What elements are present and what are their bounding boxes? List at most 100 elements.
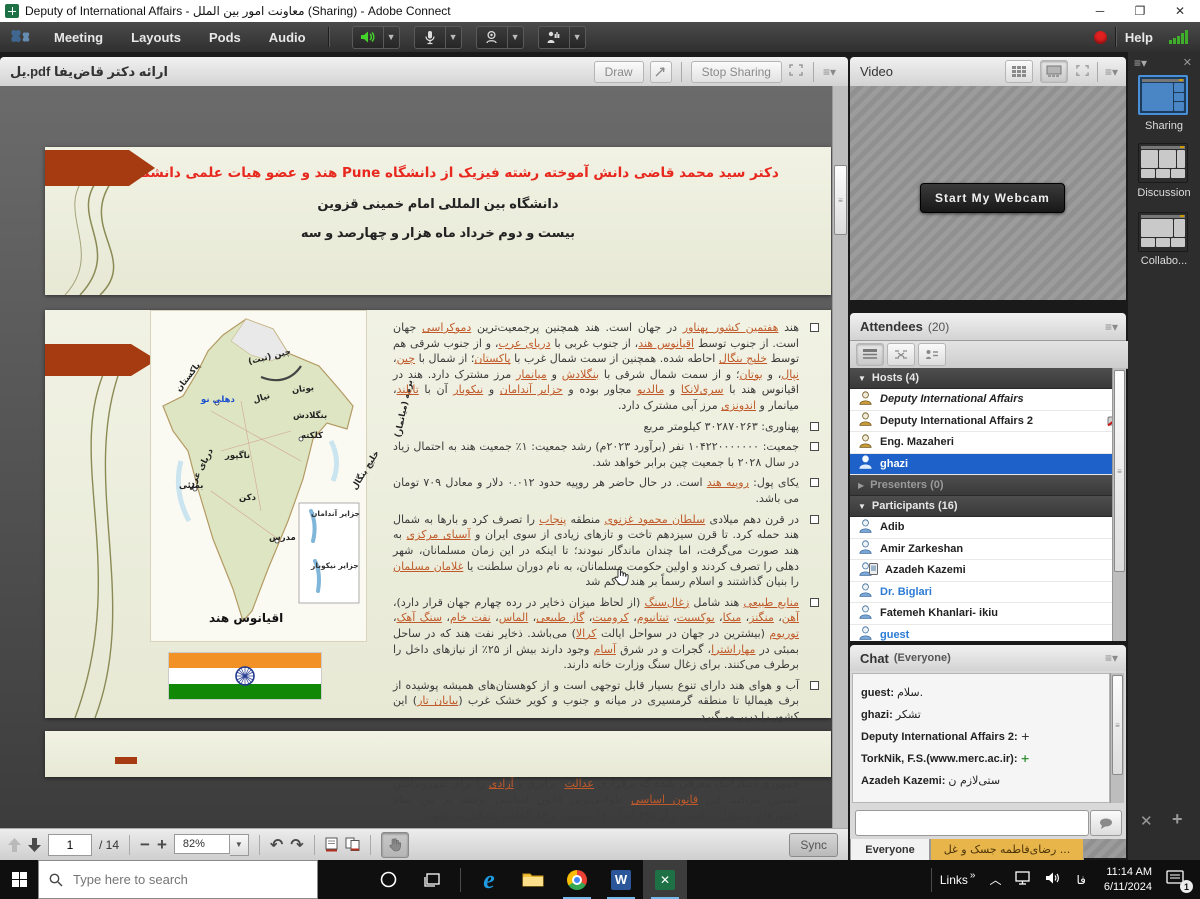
menu-layouts[interactable]: Layouts — [117, 30, 195, 45]
chat-input[interactable] — [855, 810, 1089, 836]
attendee-row[interactable]: guest — [850, 625, 1126, 642]
video-pod-content: Start My Webcam — [850, 86, 1126, 300]
speaker-button[interactable] — [352, 26, 384, 49]
chat-tab-private[interactable]: ... رضای‌فاطمه جسک و غل — [930, 839, 1084, 861]
attendee-row[interactable]: Deputy International Affairs 2 — [850, 411, 1126, 433]
raise-hand-dropdown[interactable]: ▼ — [570, 26, 586, 49]
breakout-view-button[interactable] — [887, 343, 915, 366]
taskbar-clock[interactable]: 11:14 AM 6/11/2024 — [1104, 865, 1152, 894]
chat-tab-everyone[interactable]: Everyone — [850, 839, 930, 861]
stop-sharing-button[interactable]: Stop Sharing — [691, 61, 782, 83]
red-arrow-shape — [45, 344, 157, 376]
minimize-button[interactable]: ─ — [1080, 0, 1120, 22]
attendee-row[interactable]: Amir Zarkeshan — [850, 539, 1126, 561]
language-indicator[interactable]: فا — [1076, 873, 1085, 887]
zoom-out-button[interactable]: − — [140, 835, 150, 855]
layouts-close-icon[interactable]: ✕ — [1183, 56, 1192, 69]
page-up-button[interactable] — [8, 838, 21, 852]
draw-button[interactable]: Draw — [594, 61, 644, 83]
attendee-row[interactable]: Deputy International Affairs — [850, 389, 1126, 411]
speaker-icon — [1045, 871, 1062, 885]
attendee-row[interactable]: Fatemeh Khanlari- ikiu — [850, 603, 1126, 625]
edge-button[interactable]: e — [467, 860, 511, 899]
fullscreen-button[interactable] — [788, 63, 804, 80]
pod-close-icon[interactable]: ✕ — [1140, 812, 1153, 830]
zoom-dropdown-caret: ▼ — [230, 834, 249, 856]
speaker-dropdown[interactable]: ▼ — [384, 26, 400, 49]
share-scrollbar[interactable]: ≡ — [832, 86, 848, 828]
links-chevron-icon[interactable]: » — [970, 870, 976, 881]
video-fullscreen-button[interactable] — [1075, 64, 1090, 80]
start-webcam-button[interactable]: Start My Webcam — [920, 183, 1065, 213]
attendees-scrollbar[interactable]: ≡ — [1112, 368, 1126, 641]
zoom-in-button[interactable]: + — [157, 835, 167, 855]
attendees-pod-menu-icon[interactable]: ≡▾ — [1105, 320, 1118, 334]
single-page-view-button[interactable] — [325, 837, 338, 852]
attendee-row[interactable]: Eng. Mazaheri — [850, 432, 1126, 454]
presenters-section-header[interactable]: ▶ Presenters (0) — [850, 475, 1126, 496]
bullet-square-icon — [810, 442, 819, 451]
send-chat-button[interactable] — [1090, 810, 1122, 836]
close-button[interactable]: ✕ — [1160, 0, 1200, 22]
raise-hand-button[interactable] — [538, 26, 570, 49]
layout-label-collaboration[interactable]: Collabo... — [1128, 255, 1200, 267]
attendee-row[interactable]: Azadeh Kazemi — [850, 560, 1126, 582]
layouts-menu-icon[interactable]: ≡▾ — [1134, 56, 1147, 70]
maximize-button[interactable]: ❐ — [1120, 0, 1160, 22]
attendee-row[interactable]: Dr. Biglari — [850, 582, 1126, 604]
word-button[interactable]: W — [599, 860, 643, 899]
chat-pod-menu-icon[interactable]: ≡▾ — [1105, 651, 1118, 665]
pointer-tool-button[interactable] — [650, 61, 672, 83]
layout-label-sharing[interactable]: Sharing — [1128, 120, 1200, 132]
sync-button[interactable]: Sync — [789, 833, 838, 857]
webcam-dropdown[interactable]: ▼ — [508, 26, 524, 49]
file-explorer-button[interactable] — [511, 860, 555, 899]
layout-thumb-sharing[interactable] — [1138, 75, 1188, 115]
hosts-section-header[interactable]: ▼ Hosts (4) — [850, 368, 1126, 389]
task-view-button[interactable] — [410, 860, 454, 899]
start-button[interactable] — [0, 860, 38, 899]
action-center-button[interactable]: 1 — [1166, 869, 1186, 890]
share-pod-menu-icon[interactable]: ≡▾ — [823, 65, 836, 79]
hidden-icons-chevron[interactable]: ︿ — [989, 871, 1001, 888]
menu-audio[interactable]: Audio — [255, 30, 320, 45]
network-tray-icon[interactable] — [1015, 871, 1033, 888]
attendee-row[interactable]: Adib — [850, 517, 1126, 539]
volume-tray-icon[interactable] — [1045, 871, 1062, 888]
video-filmstrip-view-button[interactable] — [1040, 60, 1068, 83]
undo-button[interactable]: ↶ — [270, 835, 283, 855]
chat-sender: guest: — [861, 687, 897, 699]
taskbar-search[interactable] — [38, 860, 318, 899]
page-number-input[interactable] — [48, 834, 92, 856]
chrome-button[interactable] — [555, 860, 599, 899]
help-menu[interactable]: Help — [1125, 30, 1153, 45]
attendee-status-view-button[interactable] — [918, 343, 946, 366]
share-scrollbar-thumb[interactable]: ≡ — [834, 165, 847, 235]
webcam-button[interactable] — [476, 26, 508, 49]
links-toolbar[interactable]: Links — [940, 873, 968, 887]
cortana-button[interactable] — [366, 860, 410, 899]
layout-label-discussion[interactable]: Discussion — [1128, 187, 1200, 199]
participants-section-header[interactable]: ▼ Participants (16) — [850, 496, 1126, 517]
microphone-dropdown[interactable]: ▼ — [446, 26, 462, 49]
adobe-connect-taskbar-button[interactable]: ✕ — [643, 860, 687, 899]
two-page-view-button[interactable] — [345, 837, 360, 852]
search-input[interactable] — [71, 871, 295, 888]
menu-meeting[interactable]: Meeting — [40, 30, 117, 45]
video-grid-view-button[interactable] — [1005, 60, 1033, 83]
hand-tool-button[interactable] — [381, 832, 409, 858]
chat-scrollbar-thumb[interactable]: ≡ — [1112, 675, 1123, 775]
attendee-list-view-button[interactable] — [856, 343, 884, 366]
menu-pods[interactable]: Pods — [195, 30, 255, 45]
zoom-select[interactable]: 82% ▼ — [174, 834, 249, 856]
attendees-scrollbar-thumb[interactable]: ≡ — [1114, 370, 1125, 572]
pod-add-icon[interactable]: + — [1172, 809, 1183, 830]
layout-thumb-collaboration[interactable] — [1138, 212, 1188, 252]
layout-thumb-discussion[interactable] — [1138, 143, 1188, 183]
microphone-button[interactable] — [414, 26, 446, 49]
attendee-row[interactable]: ghazi — [850, 454, 1126, 476]
page-down-button[interactable] — [28, 838, 41, 852]
redo-button[interactable]: ↷ — [290, 835, 303, 855]
chat-scrollbar[interactable]: ≡ — [1110, 673, 1124, 803]
video-pod-menu-icon[interactable]: ≡▾ — [1105, 65, 1118, 79]
